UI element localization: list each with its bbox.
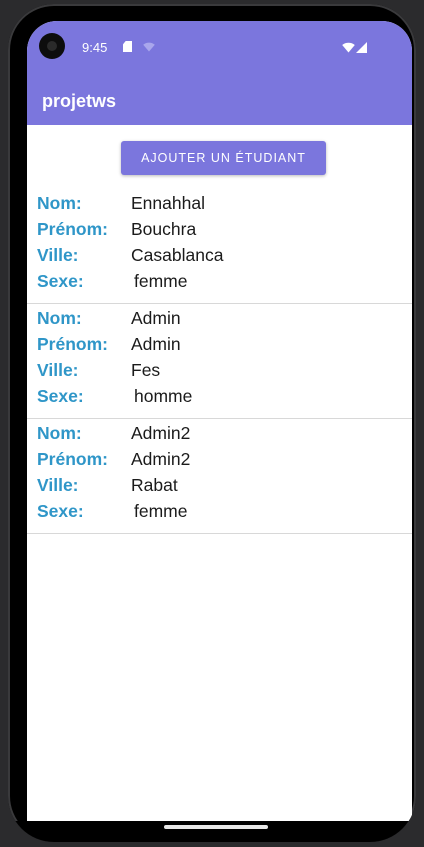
sexe-label: Sexe:: [37, 501, 84, 521]
navigation-bar: [8, 821, 416, 842]
prenom-value: Admin2: [131, 449, 191, 469]
prenom-row: Prénom: Admin: [37, 332, 397, 358]
sexe-row: Sexe: femme: [37, 499, 397, 525]
nom-row: Nom: Admin2: [37, 421, 397, 447]
sexe-row: Sexe: femme: [37, 269, 397, 295]
ville-label: Ville:: [37, 360, 79, 380]
home-indicator[interactable]: [164, 825, 268, 829]
ville-value: Fes: [131, 360, 161, 380]
nom-value: Ennahhal: [131, 193, 205, 213]
wifi-icon: [342, 42, 355, 53]
prenom-value: Bouchra: [131, 219, 197, 239]
sexe-label: Sexe:: [37, 386, 84, 406]
main-content: AJOUTER UN ÉTUDIANT Nom: Ennahhal Prénom…: [27, 125, 412, 821]
sexe-value: femme: [134, 501, 188, 521]
prenom-label: Prénom:: [37, 449, 108, 469]
sexe-value: homme: [134, 386, 193, 406]
prenom-label: Prénom:: [37, 334, 108, 354]
nom-label: Nom:: [37, 308, 82, 328]
sexe-label: Sexe:: [37, 271, 84, 291]
screen: 9:45 projetws AJOUTER UN ÉTUDIANT Nom: E…: [27, 21, 412, 821]
ville-label: Ville:: [37, 475, 79, 495]
sexe-value: femme: [134, 271, 188, 291]
ville-row: Ville: Fes: [37, 358, 397, 384]
phone-frame: 9:45 projetws AJOUTER UN ÉTUDIANT Nom: E…: [8, 4, 416, 842]
status-bar: 9:45: [27, 21, 412, 73]
app-title: projetws: [42, 91, 117, 111]
nom-label: Nom:: [37, 423, 82, 443]
prenom-row: Prénom: Bouchra: [37, 217, 397, 243]
wifi-icon: [143, 42, 155, 52]
student-card[interactable]: Nom: Admin Prénom: Admin Ville: Fes Sexe…: [27, 304, 412, 419]
prenom-row: Prénom: Admin2: [37, 447, 397, 473]
sim-card-icon: [123, 41, 132, 52]
nom-row: Nom: Ennahhal: [37, 191, 397, 217]
front-camera: [39, 33, 65, 59]
student-card[interactable]: Nom: Ennahhal Prénom: Bouchra Ville: Cas…: [27, 189, 412, 304]
add-student-button[interactable]: AJOUTER UN ÉTUDIANT: [121, 141, 326, 175]
ville-value: Rabat: [131, 475, 178, 495]
ville-row: Ville: Rabat: [37, 473, 397, 499]
ville-value: Casablanca: [131, 245, 224, 265]
nom-value: Admin: [131, 308, 181, 328]
nom-row: Nom: Admin: [37, 306, 397, 332]
prenom-value: Admin: [131, 334, 181, 354]
app-bar: projetws: [27, 73, 412, 125]
sexe-row: Sexe: homme: [37, 384, 397, 410]
prenom-label: Prénom:: [37, 219, 108, 239]
student-card[interactable]: Nom: Admin2 Prénom: Admin2 Ville: Rabat …: [27, 419, 412, 534]
cell-signal-icon: [356, 42, 367, 53]
ville-label: Ville:: [37, 245, 79, 265]
status-time: 9:45: [82, 40, 108, 55]
nom-value: Admin2: [131, 423, 191, 443]
ville-row: Ville: Casablanca: [37, 243, 397, 269]
student-list[interactable]: Nom: Ennahhal Prénom: Bouchra Ville: Cas…: [27, 189, 412, 534]
nom-label: Nom:: [37, 193, 82, 213]
